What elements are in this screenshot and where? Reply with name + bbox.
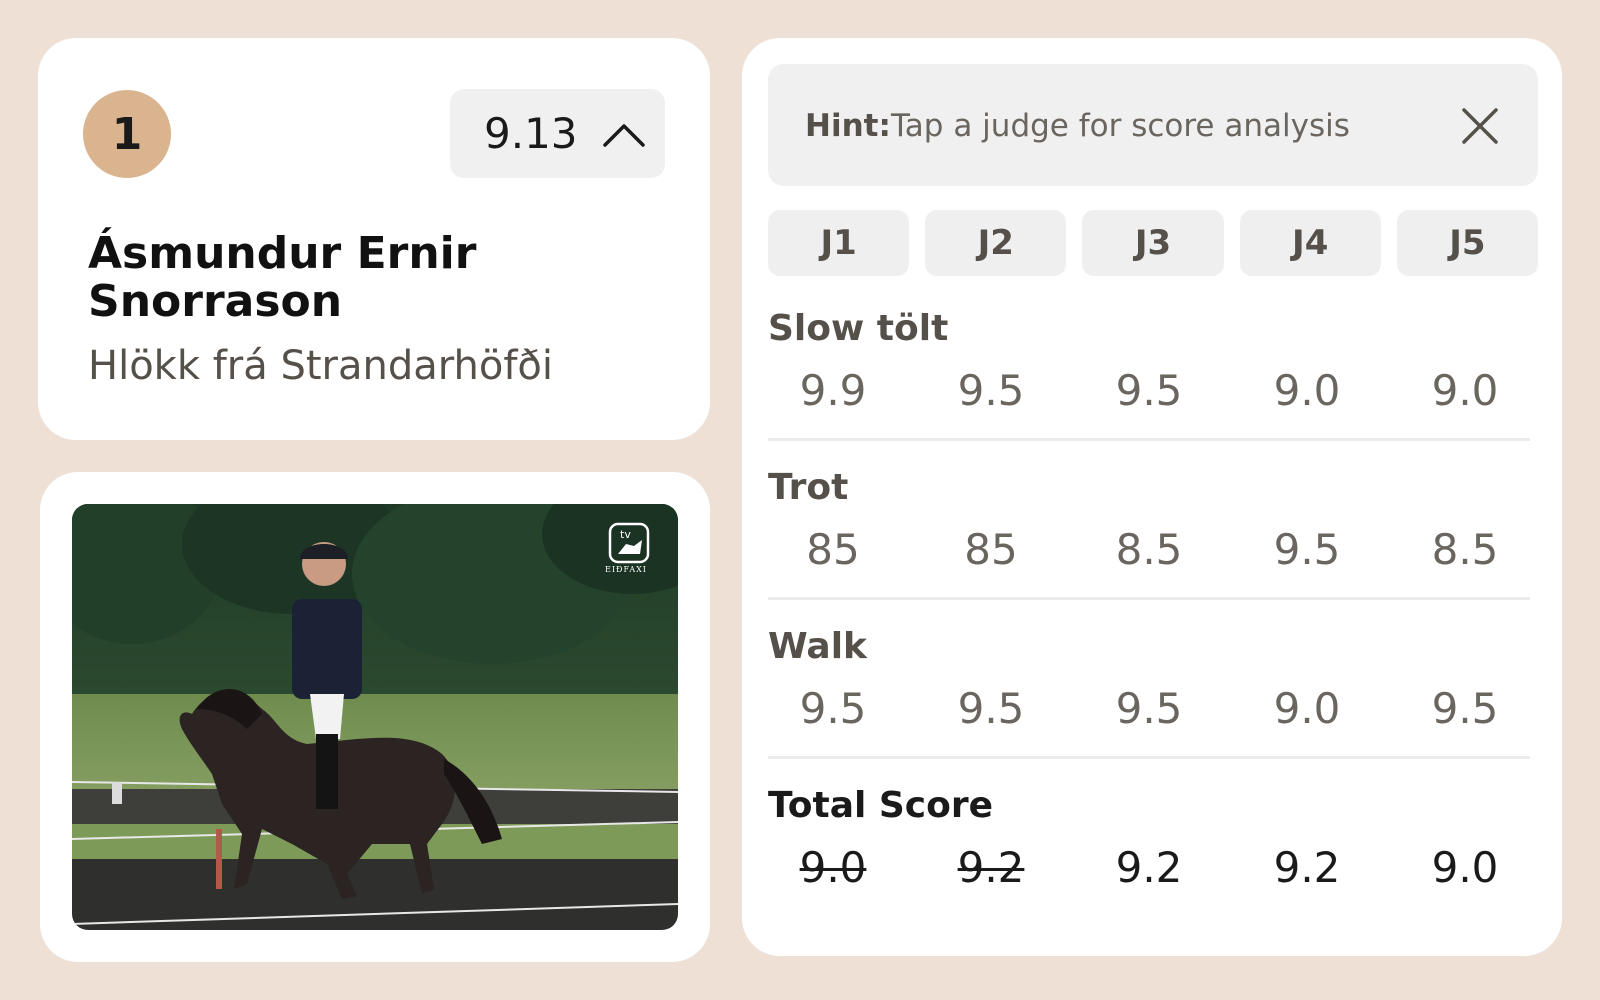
- divider: [768, 438, 1530, 441]
- watermark-tv-text: tv: [620, 528, 631, 541]
- score-cell-j3: 9.5: [1115, 366, 1183, 415]
- section-title: Walk: [768, 626, 867, 667]
- section-slow-tolt: Slow tölt 9.9 9.5 9.5 9.0 9.0: [768, 308, 1530, 441]
- judge-tab-j4[interactable]: J4: [1239, 210, 1381, 276]
- score-cell-j5: 8.5: [1431, 525, 1499, 574]
- rider-card: 1 9.13 Ásmundur Ernir Snorrason Hlökk fr…: [38, 38, 710, 440]
- watermark-brand-text: EIÐFAXI: [605, 565, 647, 574]
- scores-card: Hint: Tap a judge for score analysis J1 …: [742, 38, 1562, 956]
- score-cell-j2: 9.5: [957, 366, 1025, 415]
- score-row: 85 85 8.5 9.5 8.5: [768, 515, 1530, 585]
- score-cell-j4: 9.5: [1273, 525, 1341, 574]
- score-row: 9.5 9.5 9.5 9.0 9.5: [768, 674, 1530, 744]
- video-player[interactable]: tv EIÐFAXI: [72, 504, 678, 930]
- score-cell-j1: 9.0: [799, 843, 867, 892]
- score-cell-j1: 9.9: [799, 366, 867, 415]
- score-cell-j3: 9.2: [1115, 843, 1183, 892]
- section-trot: Trot 85 85 8.5 9.5 8.5: [768, 467, 1530, 600]
- score-row: 9.0 9.2 9.2 9.2 9.0: [768, 833, 1530, 903]
- section-title: Slow tölt: [768, 308, 949, 349]
- section-title: Trot: [768, 467, 849, 508]
- score-cell-j2: 9.2: [957, 843, 1025, 892]
- judge-tab-j3[interactable]: J3: [1082, 210, 1224, 276]
- judge-tab-j2[interactable]: J2: [925, 210, 1067, 276]
- rider-name: Ásmundur Ernir Snorrason: [88, 228, 477, 327]
- section-walk: Walk 9.5 9.5 9.5 9.0 9.5: [768, 626, 1530, 759]
- score-cell-j3: 8.5: [1115, 525, 1183, 574]
- video-card: tv EIÐFAXI: [40, 472, 710, 962]
- hint-banner: Hint: Tap a judge for score analysis: [768, 64, 1538, 186]
- hint-label: Hint:: [805, 108, 891, 144]
- score-cell-j1: 85: [806, 525, 860, 574]
- judge-tab-j1[interactable]: J1: [768, 210, 910, 276]
- score-cell-j3: 9.5: [1115, 684, 1183, 733]
- section-total-score: Total Score 9.0 9.2 9.2 9.2 9.0: [768, 785, 1530, 903]
- section-title: Total Score: [768, 785, 994, 826]
- judge-tabs: J1 J2 J3 J4 J5: [768, 210, 1539, 276]
- video-frame-image: tv EIÐFAXI: [72, 504, 678, 930]
- score-cell-j2: 9.5: [957, 684, 1025, 733]
- judge-tab-j5[interactable]: J5: [1396, 210, 1539, 276]
- horse-name: Hlökk frá Strandarhöfði: [88, 343, 553, 389]
- divider: [768, 756, 1530, 759]
- score-toggle-button[interactable]: 9.13: [450, 89, 665, 178]
- score-cell-j4: 9.0: [1273, 684, 1341, 733]
- rank-badge: 1: [83, 90, 171, 178]
- score-cell-j1: 9.5: [799, 684, 867, 733]
- score-cell-j4: 9.0: [1273, 366, 1341, 415]
- total-score-value: 9.13: [484, 109, 578, 158]
- chevron-up-icon: [602, 109, 646, 158]
- score-row: 9.9 9.5 9.5 9.0 9.0: [768, 356, 1530, 426]
- score-cell-j5: 9.0: [1431, 366, 1499, 415]
- hint-text: Tap a judge for score analysis: [891, 108, 1350, 144]
- score-cell-j4: 9.2: [1273, 843, 1341, 892]
- score-cell-j2: 85: [964, 525, 1018, 574]
- score-cell-j5: 9.5: [1431, 684, 1499, 733]
- score-cell-j5: 9.0: [1431, 843, 1499, 892]
- close-icon[interactable]: [1460, 106, 1500, 146]
- divider: [768, 597, 1530, 600]
